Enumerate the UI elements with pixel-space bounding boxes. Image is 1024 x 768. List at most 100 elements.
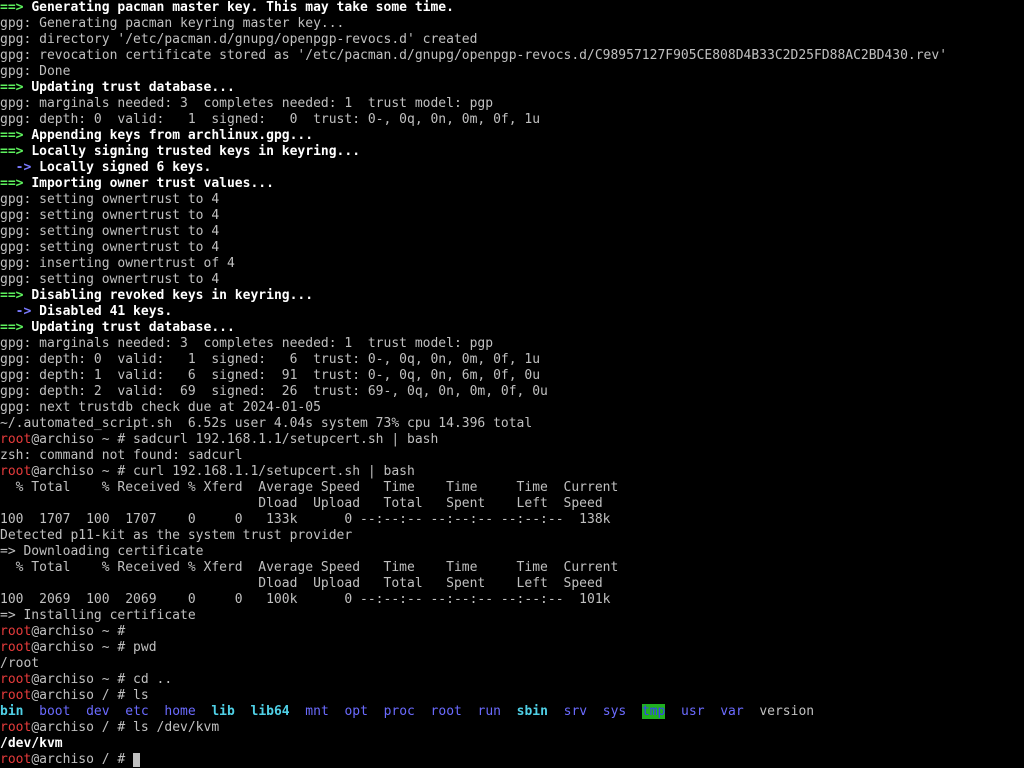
output-text: Importing owner trust values...	[31, 176, 274, 191]
terminal-line: zsh: command not found: sadcurl	[0, 448, 1024, 464]
output-text: Updating trust database...	[31, 80, 235, 95]
terminal-line: % Total % Received % Xferd Average Speed…	[0, 480, 1024, 496]
directory-entry: srv	[563, 704, 588, 719]
output-text: gpg: setting ownertrust to 4	[0, 272, 220, 287]
terminal-line: root@archiso ~ # sadcurl 192.168.1.1/set…	[0, 432, 1024, 448]
output-text: @archiso ~ #	[31, 624, 126, 639]
terminal-line: 100 1707 100 1707 0 0 133k 0 --:--:-- --…	[0, 512, 1024, 528]
terminal-line: gpg: setting ownertrust to 4	[0, 208, 1024, 224]
terminal-screen[interactable]: ==> Generating pacman master key. This m…	[0, 0, 1024, 768]
output-text: @archiso / #	[31, 752, 134, 767]
prompt-user: root	[0, 720, 32, 735]
status-arrow: ==>	[0, 320, 32, 335]
output-text: gpg: depth: 1 valid: 6 signed: 91 trust:…	[0, 368, 541, 383]
output-text: Detected p11-kit as the system trust pro…	[0, 528, 353, 543]
output-text: Dload Upload Total Spent Left Speed	[0, 576, 603, 591]
terminal-line: gpg: marginals needed: 3 completes neede…	[0, 96, 1024, 112]
terminal-line: ==> Appending keys from archlinux.gpg...	[0, 128, 1024, 144]
terminal-line: root@archiso / # ls /dev/kvm	[0, 720, 1024, 736]
directory-entry: boot	[39, 704, 71, 719]
output-text: Disabling revoked keys in keyring...	[31, 288, 314, 303]
prompt-user: root	[0, 624, 32, 639]
directory-entry: run	[477, 704, 501, 719]
output-text: gpg: revocation certificate stored as '/…	[0, 48, 948, 63]
output-text: gpg: inserting ownertrust of 4	[0, 256, 235, 271]
terminal-line: /root	[0, 656, 1024, 672]
terminal-line: gpg: directory '/etc/pacman.d/gnupg/open…	[0, 32, 1024, 48]
status-arrow: ->	[0, 304, 40, 319]
terminal-line: gpg: setting ownertrust to 4	[0, 240, 1024, 256]
directory-entry: opt	[344, 704, 368, 719]
output-text: gpg: setting ownertrust to 4	[0, 192, 220, 207]
terminal-line: gpg: Generating pacman keyring master ke…	[0, 16, 1024, 32]
terminal-line: gpg: setting ownertrust to 4	[0, 224, 1024, 240]
status-arrow: ==>	[0, 176, 32, 191]
status-arrow: ==>	[0, 80, 32, 95]
directory-entry: etc	[125, 704, 149, 719]
directory-entry: mnt	[305, 704, 329, 719]
status-arrow: ==>	[0, 128, 32, 143]
output-text: gpg: setting ownertrust to 4	[0, 240, 220, 255]
prompt-user: root	[0, 464, 32, 479]
terminal-line: gpg: revocation certificate stored as '/…	[0, 48, 1024, 64]
output-text: @archiso / # ls	[31, 688, 149, 703]
output-text: @archiso ~ # pwd	[31, 640, 157, 655]
output-text: /dev/kvm	[0, 736, 63, 751]
directory-entry: sys	[602, 704, 627, 719]
output-text: Disabled 41 keys.	[39, 304, 173, 319]
output-text: gpg: next trustdb check due at 2024-01-0…	[0, 400, 321, 415]
output-text: Dload Upload Total Spent Left Speed	[0, 496, 603, 511]
prompt-user: root	[0, 432, 32, 447]
directory-entry: root	[430, 704, 462, 719]
terminal-line: gpg: setting ownertrust to 4	[0, 192, 1024, 208]
terminal-line: root@archiso / # ls	[0, 688, 1024, 704]
terminal-line: root@archiso ~ # curl 192.168.1.1/setupc…	[0, 464, 1024, 480]
output-text: version	[759, 704, 815, 719]
output-text: @archiso ~ # cd ..	[31, 672, 173, 687]
output-text: gpg: setting ownertrust to 4	[0, 208, 220, 223]
output-text: gpg: depth: 0 valid: 1 signed: 0 trust: …	[0, 112, 541, 127]
output-text: => Downloading certificate	[0, 544, 204, 559]
output-text: @archiso ~ # curl 192.168.1.1/setupcert.…	[31, 464, 415, 479]
directory-entry: home	[164, 704, 196, 719]
output-text: Generating pacman master key. This may t…	[31, 0, 454, 15]
terminal-line: Detected p11-kit as the system trust pro…	[0, 528, 1024, 544]
terminal-line: Dload Upload Total Spent Left Speed	[0, 496, 1024, 512]
terminal-line: gpg: inserting ownertrust of 4	[0, 256, 1024, 272]
terminal-line: => Installing certificate	[0, 608, 1024, 624]
output-text: gpg: setting ownertrust to 4	[0, 224, 220, 239]
terminal-line: root@archiso ~ # cd ..	[0, 672, 1024, 688]
terminal-line: /dev/kvm	[0, 736, 1024, 752]
terminal-line: gpg: depth: 0 valid: 1 signed: 0 trust: …	[0, 112, 1024, 128]
status-arrow: ==>	[0, 0, 32, 15]
terminal-line: root@archiso ~ # pwd	[0, 640, 1024, 656]
terminal-line: gpg: next trustdb check due at 2024-01-0…	[0, 400, 1024, 416]
directory-entry: lib64	[250, 704, 290, 719]
output-text: gpg: depth: 2 valid: 69 signed: 26 trust…	[0, 384, 548, 399]
prompt-user: root	[0, 688, 32, 703]
terminal-line: ==> Disabling revoked keys in keyring...	[0, 288, 1024, 304]
output-text: gpg: Done	[0, 64, 71, 79]
terminal-line: -> Disabled 41 keys.	[0, 304, 1024, 320]
output-text: Locally signing trusted keys in keyring.…	[31, 144, 361, 159]
terminal-line: bin boot dev etc home lib lib64 mnt opt …	[0, 704, 1024, 720]
terminal-line: -> Locally signed 6 keys.	[0, 160, 1024, 176]
prompt-user: root	[0, 752, 32, 767]
terminal-line: gpg: Done	[0, 64, 1024, 80]
directory-entry: bin	[0, 704, 24, 719]
output-text: 100 2069 100 2069 0 0 100k 0 --:--:-- --…	[0, 592, 611, 607]
status-arrow: ==>	[0, 144, 32, 159]
output-text: Appending keys from archlinux.gpg...	[31, 128, 314, 143]
text-cursor	[133, 753, 141, 767]
